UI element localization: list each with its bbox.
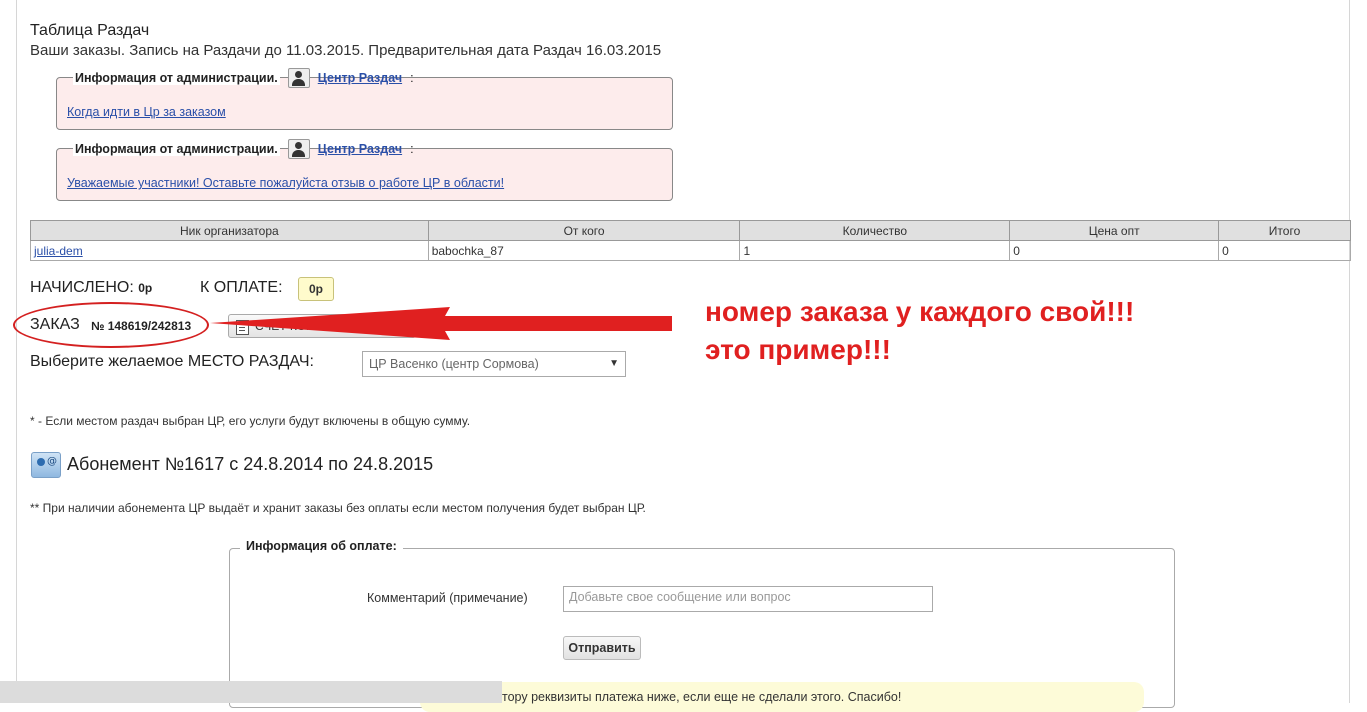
note-services-included: * - Если местом раздач выбран ЦР, его ус… bbox=[30, 414, 471, 428]
table-cell: 0 bbox=[1009, 240, 1220, 261]
annotation-line-1: номер заказа у каждого свой!!! bbox=[705, 296, 1135, 327]
info-link-feedback[interactable]: Уважаемые участники! Оставьте пожалуйста… bbox=[67, 176, 504, 190]
pickup-place-select[interactable]: ЦР Васенко (центр Сормова) ▼ bbox=[362, 351, 626, 377]
annotation-ellipse bbox=[13, 302, 209, 348]
legend-separator: : bbox=[410, 142, 414, 156]
admin-info-box: Информация от администрации. Центр Разда… bbox=[56, 139, 673, 201]
author-link[interactable]: Центр Раздач bbox=[318, 142, 402, 156]
user-icon bbox=[287, 68, 310, 88]
pickup-place-selected: ЦР Васенко (центр Сормова) bbox=[369, 357, 539, 371]
comment-label: Комментарий (примечание) bbox=[367, 591, 528, 605]
admin-info-title: Информация от администрации. bbox=[73, 71, 280, 85]
admin-info-legend: Информация от администрации. Центр Разда… bbox=[67, 68, 420, 88]
charged-label: НАЧИСЛЕНО: bbox=[30, 279, 134, 296]
comment-input[interactable]: Добавьте свое сообщение или вопрос bbox=[563, 586, 933, 612]
column-header-from: От кого bbox=[427, 220, 741, 241]
column-header-total: Итого bbox=[1218, 220, 1351, 241]
table-cell: babochka_87 bbox=[427, 240, 741, 261]
admin-info-box: Информация от администрации. Центр Разда… bbox=[56, 68, 673, 130]
annotation-arrow-icon bbox=[210, 307, 672, 340]
table-cell: 1 bbox=[739, 240, 1011, 261]
column-header-organizer: Ник организатора bbox=[30, 220, 429, 241]
orders-table: Ник организатора От кого Количество Цена… bbox=[30, 220, 1351, 261]
dropdown-arrow-icon: ▼ bbox=[609, 358, 619, 369]
table-cell: julia-dem bbox=[30, 240, 429, 261]
subscription-icon bbox=[31, 452, 61, 478]
payment-notice: тору реквизиты платежа ниже, если еще не… bbox=[420, 682, 1144, 712]
payment-info-legend: Информация об оплате: bbox=[240, 539, 403, 553]
column-header-quantity: Количество bbox=[739, 220, 1011, 241]
page-title: Таблица Раздач bbox=[30, 22, 150, 39]
admin-info-title: Информация от администрации. bbox=[73, 142, 280, 156]
subscription-info: Абонемент №1617 с 24.8.2014 по 24.8.2015 bbox=[67, 454, 434, 474]
topay-value: 0р bbox=[298, 277, 334, 301]
table-header-row: Ник организатора От кого Количество Цена… bbox=[30, 220, 1351, 241]
admin-info-legend: Информация от администрации. Центр Разда… bbox=[67, 139, 420, 159]
pickup-place-label: Выберите желаемое МЕСТО РАЗДАЧ: bbox=[30, 353, 314, 370]
annotation-text: номер заказа у каждого свой!!! это приме… bbox=[705, 293, 1134, 369]
charged-value: 0р bbox=[138, 281, 153, 295]
info-link-when-to-go[interactable]: Когда идти в Цр за заказом bbox=[67, 105, 226, 119]
send-button[interactable]: Отправить bbox=[563, 636, 641, 660]
column-header-wholesale-price: Цена опт bbox=[1009, 220, 1220, 241]
author-link[interactable]: Центр Раздач bbox=[318, 71, 402, 85]
annotation-line-2: это пример!!! bbox=[705, 334, 891, 365]
user-icon bbox=[287, 139, 310, 159]
bottom-overlay-bar bbox=[0, 681, 502, 703]
charged-summary: НАЧИСЛЕНО: 0р bbox=[30, 279, 152, 297]
organizer-link[interactable]: julia-dem bbox=[34, 244, 83, 258]
note-subscription: ** При наличии абонемента ЦР выдаёт и хр… bbox=[30, 501, 646, 515]
table-cell: 0 bbox=[1218, 240, 1351, 261]
legend-separator: : bbox=[410, 71, 414, 85]
table-row: julia-dem babochka_87 1 0 0 bbox=[30, 240, 1351, 261]
page-subtitle: Ваши заказы. Запись на Раздачи до 11.03.… bbox=[30, 42, 662, 59]
topay-label: К ОПЛАТЕ: bbox=[200, 279, 283, 296]
